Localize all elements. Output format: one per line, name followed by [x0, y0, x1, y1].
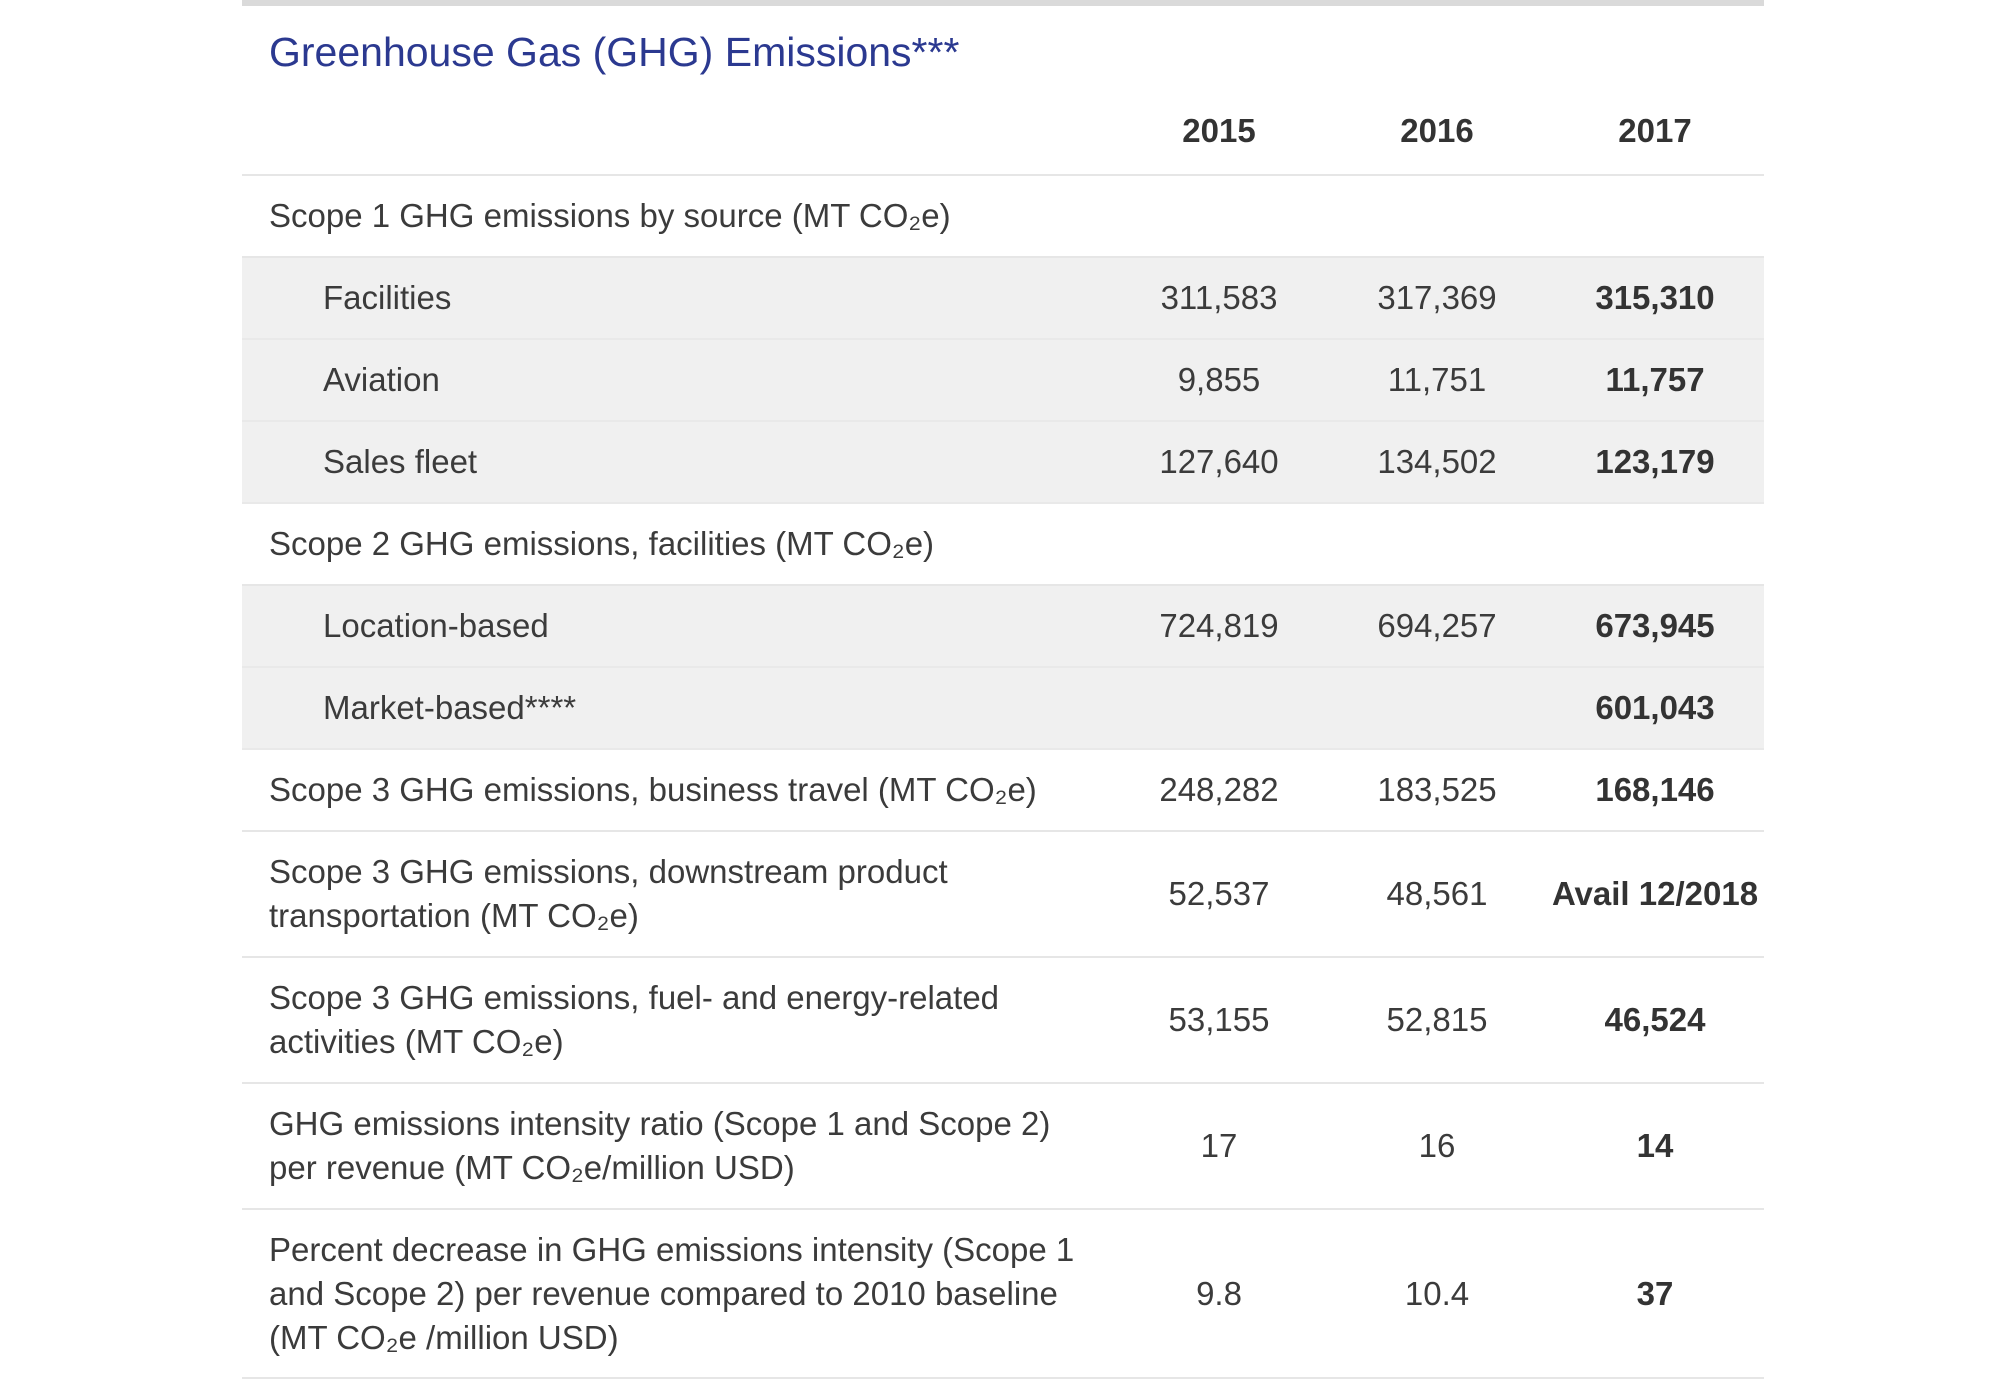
- header-label-cell: [242, 88, 1110, 176]
- cell-2015: [1110, 667, 1328, 750]
- row-label: Scope 2 GHG emissions, facilities (MT CO…: [242, 503, 1110, 586]
- row-label: Scope 3 GHG emissions, fuel- and energy-…: [242, 957, 1110, 1084]
- cell-2017: [1546, 503, 1764, 586]
- column-header-2015: 2015: [1110, 88, 1328, 176]
- table-row-location-based: Location-based 724,819 694,257 673,945: [242, 585, 1764, 668]
- cell-2016: 134,502: [1328, 421, 1546, 504]
- cell-2017: 168,146: [1546, 749, 1764, 832]
- section-title: Greenhouse Gas (GHG) Emissions***: [269, 29, 960, 75]
- column-header-2016: 2016: [1328, 88, 1546, 176]
- cell-2017: 46,524: [1546, 957, 1764, 1084]
- table-row-market-based: Market-based**** 601,043: [242, 667, 1764, 750]
- cell-2017: 673,945: [1546, 585, 1764, 668]
- table-row-sales-fleet: Sales fleet 127,640 134,502 123,179: [242, 421, 1764, 504]
- column-header-2017: 2017: [1546, 88, 1764, 176]
- cell-2016: 10.4: [1328, 1209, 1546, 1379]
- cell-2017: Avail 12/2018: [1546, 831, 1764, 958]
- cell-2017: 11,757: [1546, 339, 1764, 422]
- row-label: Percent decrease in GHG emissions intens…: [242, 1209, 1110, 1379]
- table-row-facilities: Facilities 311,583 317,369 315,310: [242, 257, 1764, 340]
- cell-2015: 9.8: [1110, 1209, 1328, 1379]
- cell-2017: 601,043: [1546, 667, 1764, 750]
- row-label: Location-based: [242, 585, 1110, 668]
- cell-2016: 317,369: [1328, 257, 1546, 340]
- table-header-row: 2015 2016 2017: [242, 88, 1764, 176]
- cell-2015: 248,282: [1110, 749, 1328, 832]
- cell-2017: 315,310: [1546, 257, 1764, 340]
- row-label: GHG emissions intensity ratio (Scope 1 a…: [242, 1083, 1110, 1210]
- table-row-scope2-heading: Scope 2 GHG emissions, facilities (MT CO…: [242, 503, 1764, 586]
- cell-2016: 694,257: [1328, 585, 1546, 668]
- cell-2016: [1328, 175, 1546, 258]
- table-row-aviation: Aviation 9,855 11,751 11,757: [242, 339, 1764, 422]
- cell-2015: 311,583: [1110, 257, 1328, 340]
- cell-2017: [1546, 175, 1764, 258]
- cell-2016: 16: [1328, 1083, 1546, 1210]
- table-row-scope1-heading: Scope 1 GHG emissions by source (MT CO₂e…: [242, 175, 1764, 258]
- cell-2017: 37: [1546, 1209, 1764, 1379]
- cell-2015: [1110, 503, 1328, 586]
- cell-2015: 52,537: [1110, 831, 1328, 958]
- cell-2016: [1328, 667, 1546, 750]
- ghg-emissions-table: 2015 2016 2017 Scope 1 GHG emissions by …: [242, 88, 1764, 1379]
- row-label: Aviation: [242, 339, 1110, 422]
- cell-2015: 53,155: [1110, 957, 1328, 1084]
- table-row-percent-decrease: Percent decrease in GHG emissions intens…: [242, 1209, 1764, 1379]
- table-row-scope3-business-travel: Scope 3 GHG emissions, business travel (…: [242, 749, 1764, 832]
- cell-2016: 11,751: [1328, 339, 1546, 422]
- cell-2016: 52,815: [1328, 957, 1546, 1084]
- cell-2017: 123,179: [1546, 421, 1764, 504]
- cell-2015: 9,855: [1110, 339, 1328, 422]
- table-row-scope3-fuel-energy: Scope 3 GHG emissions, fuel- and energy-…: [242, 957, 1764, 1084]
- cell-2016: [1328, 503, 1546, 586]
- cell-2016: 183,525: [1328, 749, 1546, 832]
- row-label: Scope 1 GHG emissions by source (MT CO₂e…: [242, 175, 1110, 258]
- table-row-scope3-downstream-transport: Scope 3 GHG emissions, downstream produc…: [242, 831, 1764, 958]
- cell-2016: 48,561: [1328, 831, 1546, 958]
- cell-2015: 724,819: [1110, 585, 1328, 668]
- ghg-emissions-panel: Greenhouse Gas (GHG) Emissions*** 2015 2…: [242, 0, 1764, 1379]
- cell-2015: [1110, 175, 1328, 258]
- row-label: Facilities: [242, 257, 1110, 340]
- row-label: Market-based****: [242, 667, 1110, 750]
- row-label: Sales fleet: [242, 421, 1110, 504]
- row-label: Scope 3 GHG emissions, downstream produc…: [242, 831, 1110, 958]
- table-row-intensity-ratio: GHG emissions intensity ratio (Scope 1 a…: [242, 1083, 1764, 1210]
- cell-2015: 17: [1110, 1083, 1328, 1210]
- cell-2015: 127,640: [1110, 421, 1328, 504]
- row-label: Scope 3 GHG emissions, business travel (…: [242, 749, 1110, 832]
- cell-2017: 14: [1546, 1083, 1764, 1210]
